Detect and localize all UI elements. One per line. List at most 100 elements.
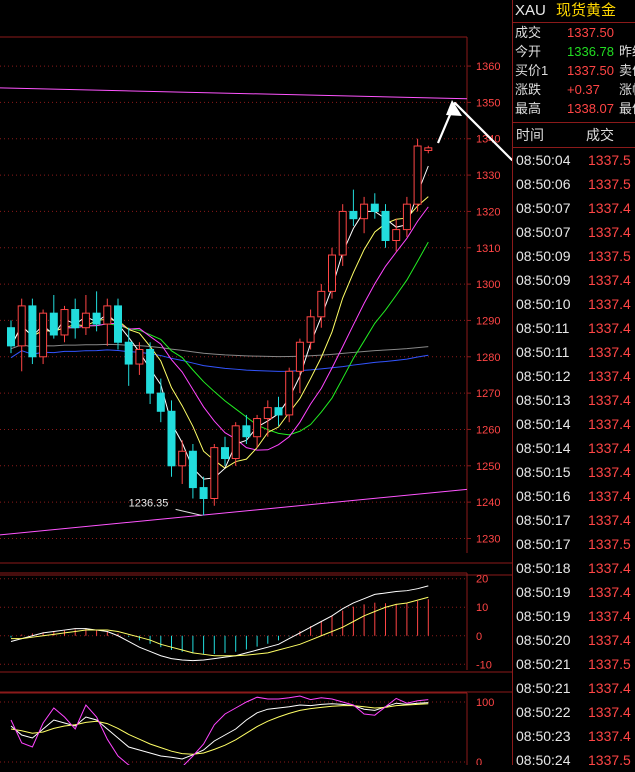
tick-price: 1337.4 [588, 608, 631, 624]
y-tick-label: 1320 [476, 206, 500, 218]
candle-body [381, 210, 390, 241]
tick-price: 1337.4 [588, 704, 631, 720]
tick-price: 1337.5 [588, 176, 631, 192]
ma120-line [10, 343, 429, 358]
candle-body [263, 407, 272, 420]
y-tick-label: 1240 [476, 497, 500, 509]
quote-label: 最高 [515, 101, 542, 116]
ma20-line [10, 206, 429, 451]
tick-time: 08:50:10 [516, 296, 571, 312]
tick-price: 1337.4 [588, 320, 631, 336]
tick-time: 08:50:04 [516, 152, 571, 168]
tick-price: 1337.4 [588, 584, 631, 600]
y-tick-label: 1270 [476, 388, 500, 400]
macd-dif-line [10, 585, 429, 662]
low-price-annotation: 1236.35 [129, 497, 169, 509]
symbol-code: XAU [515, 2, 546, 19]
candle-body [424, 147, 433, 151]
tick-price: 1337.5 [588, 248, 631, 264]
kdj-j-line [10, 695, 429, 765]
quote-row: 最高 1338.07 最低 [513, 99, 635, 118]
candle-body [295, 341, 304, 372]
candle-body [306, 316, 315, 343]
candle-body [210, 447, 219, 499]
y-tick-label: -10 [476, 659, 492, 671]
tick-price: 1337.5 [588, 536, 631, 552]
y-tick-label: 100 [476, 697, 494, 709]
tick-row: 08:50:23 1337.4 [513, 724, 635, 748]
tick-time: 08:50:06 [516, 176, 571, 192]
tick-row: 08:50:09 1337.5 [513, 244, 635, 268]
tick-time: 08:50:12 [516, 368, 571, 384]
candle-body [178, 450, 187, 467]
candle-body [39, 312, 48, 358]
tick-price: 1337.4 [588, 224, 631, 240]
annotation-arrow [436, 101, 512, 162]
tick-price: 1337.5 [588, 656, 631, 672]
candle-body [242, 425, 251, 438]
tick-time: 08:50:22 [516, 704, 571, 720]
quote-label-secondary: 卖价 [619, 63, 635, 78]
candle-body [156, 392, 165, 412]
tick-row: 08:50:16 1337.4 [513, 484, 635, 508]
candle-body [92, 312, 101, 325]
candle-body [103, 305, 112, 325]
tick-row: 08:50:22 1337.4 [513, 700, 635, 724]
quote-header: XAU 现货黄金 [513, 0, 635, 23]
quote-row: 今开 1336.78 昨结 [513, 42, 635, 61]
quote-label: 今开 [515, 44, 542, 59]
tick-row: 08:50:06 1337.5 [513, 172, 635, 196]
candle-body [328, 254, 336, 292]
tick-price: 1337.4 [588, 440, 631, 456]
tick-row: 08:50:17 1337.5 [513, 532, 635, 556]
quote-label-secondary: 昨结 [619, 44, 635, 59]
tick-list[interactable]: 08:50:04 1337.5 08:50:06 1337.5 08:50:07 1337… [513, 148, 635, 772]
candle-body [71, 309, 80, 329]
tick-price: 1337.4 [588, 488, 631, 504]
candle-body [231, 425, 240, 460]
tick-price: 1337.4 [588, 632, 631, 648]
tick-time: 08:50:11 [516, 344, 570, 360]
tick-time: 08:50:23 [516, 728, 571, 744]
quote-label: 买价1 [515, 63, 549, 78]
tick-row: 08:50:14 1337.4 [513, 436, 635, 460]
tick-row: 08:50:11 1337.4 [513, 340, 635, 364]
y-tick-label: 0 [476, 631, 482, 643]
chart-area[interactable]: 1360 1350 1340 1330 1320 1310 1300 1290 1280 1270… [0, 0, 512, 765]
y-tick-label: 0 [476, 757, 482, 765]
candle-body [167, 410, 176, 467]
quote-value: 1336.78 [567, 44, 614, 59]
annotation-pointer [175, 508, 202, 516]
symbol-name: 现货黄金 [556, 2, 617, 19]
tick-time: 08:50:17 [516, 536, 571, 552]
tick-row: 08:50:07 1337.4 [513, 196, 635, 220]
trend-line-support [0, 488, 468, 536]
quote-value: 1337.50 [567, 63, 614, 78]
tick-price: 1337.4 [588, 272, 631, 288]
candle-body [317, 290, 326, 318]
tick-time: 08:50:09 [516, 248, 571, 264]
tick-header-time: 时间 [516, 127, 544, 143]
y-tick-label: 1230 [476, 533, 500, 545]
tick-table-header: 时间 成交 [513, 122, 635, 148]
tick-time: 08:50:20 [516, 632, 571, 648]
ma60-line [10, 349, 429, 372]
tick-time: 08:50:19 [516, 608, 571, 624]
tick-row: 08:50:11 1337.4 [513, 316, 635, 340]
trend-line-resistance [0, 87, 468, 100]
candle-body [135, 349, 144, 365]
tick-time: 08:50:24 [516, 752, 571, 768]
tick-row: 08:50:14 1337.4 [513, 412, 635, 436]
candle-body [349, 210, 358, 220]
kline-chart[interactable]: 1360135013401330132013101300129012801270… [0, 0, 512, 765]
candle-body [274, 407, 283, 416]
y-tick-label: 1310 [476, 243, 500, 255]
quote-row: 买价1 1337.50 卖价 [513, 61, 635, 80]
candle-body [124, 341, 133, 365]
y-tick-label: 1250 [476, 461, 500, 473]
tick-time: 08:50:21 [516, 680, 571, 696]
y-tick-label: 1280 [476, 352, 500, 364]
tick-header-price: 成交 [586, 127, 614, 143]
tick-row: 08:50:20 1337.4 [513, 628, 635, 652]
candle-body [114, 305, 122, 343]
